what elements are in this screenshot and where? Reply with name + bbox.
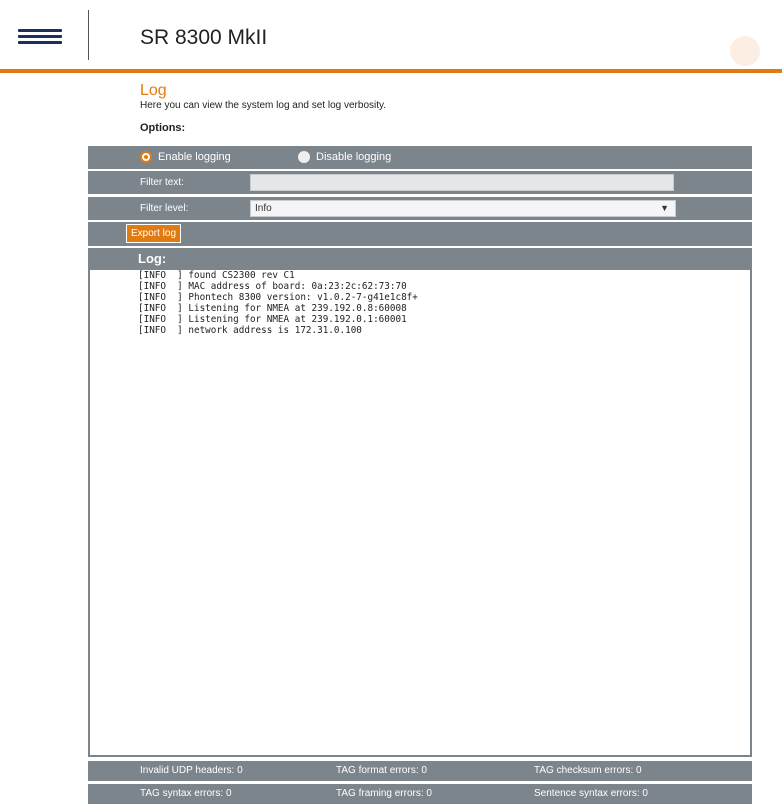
- enable-logging-radio[interactable]: Enable logging: [140, 150, 231, 164]
- sentence-syntax-stat: Sentence syntax errors: 0: [534, 788, 648, 799]
- log-line: [INFO ] Listening for NMEA at 239.192.0.…: [138, 313, 407, 325]
- radio-selected-icon: [140, 151, 152, 163]
- header-accent-line: [0, 69, 782, 73]
- header-divider: [88, 10, 89, 60]
- options-label: Options:: [140, 122, 186, 134]
- filter-text-input[interactable]: [250, 174, 674, 191]
- filter-level-label: Filter level:: [140, 203, 189, 214]
- log-line: [INFO ] network address is 172.31.0.100: [138, 324, 362, 336]
- radio-unselected-icon: [298, 151, 310, 163]
- logo-watermark: [730, 36, 760, 66]
- tag-syntax-stat: TAG syntax errors: 0: [140, 788, 232, 799]
- log-header-label: Log:: [138, 251, 167, 266]
- invalid-udp-stat: Invalid UDP headers: 0: [140, 765, 243, 776]
- disable-logging-radio[interactable]: Disable logging: [298, 150, 391, 164]
- export-log-button[interactable]: Export log: [126, 224, 182, 243]
- tag-checksum-stat: TAG checksum errors: 0: [534, 765, 642, 776]
- app-title: SR 8300 MkII: [140, 26, 268, 49]
- enable-logging-label: Enable logging: [158, 151, 231, 163]
- tag-format-stat: TAG format errors: 0: [336, 765, 427, 776]
- page-title: Log: [140, 82, 167, 99]
- page-description: Here you can view the system log and set…: [140, 100, 387, 111]
- filter-level-select[interactable]: Info ▼: [250, 200, 676, 217]
- log-header: Log:: [88, 248, 752, 270]
- stats-row-1: Invalid UDP headers: 0 TAG format errors…: [88, 761, 752, 781]
- top-bar: SR 8300 MkII: [0, 0, 782, 70]
- dropdown-arrow-icon: ▼: [660, 203, 669, 213]
- menu-icon[interactable]: [18, 29, 62, 45]
- export-row: Export log: [88, 222, 752, 246]
- tag-framing-stat: TAG framing errors: 0: [336, 788, 432, 799]
- filter-text-label: Filter text:: [140, 177, 184, 188]
- filter-level-row: Filter level: Info ▼: [88, 197, 752, 220]
- disable-logging-label: Disable logging: [316, 151, 392, 163]
- stats-row-2: TAG syntax errors: 0 TAG framing errors:…: [88, 784, 752, 804]
- log-line: [INFO ] Listening for NMEA at 239.192.0.…: [138, 302, 407, 314]
- logging-toggle-row: Enable logging Disable logging: [88, 146, 752, 169]
- filter-level-value: Info: [255, 203, 272, 214]
- filter-text-row: Filter text:: [88, 171, 752, 194]
- log-output[interactable]: [INFO ] found CS2300 rev C1 [INFO ] MAC …: [88, 270, 752, 757]
